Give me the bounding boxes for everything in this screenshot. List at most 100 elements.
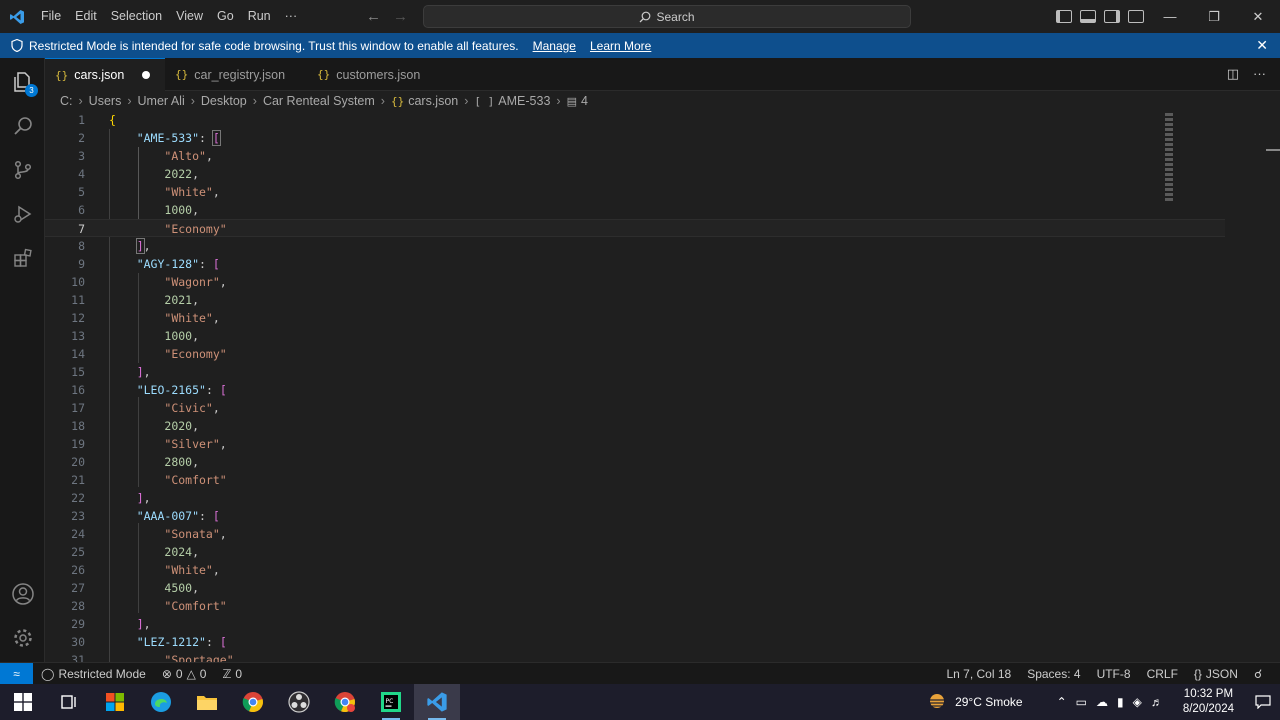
problems-status[interactable]: ⊗ 0 △ 0 bbox=[154, 667, 215, 681]
restore-icon[interactable]: ❐ bbox=[1192, 0, 1236, 33]
file-explorer-icon[interactable] bbox=[184, 684, 230, 720]
banner-message: Restricted Mode is intended for safe cod… bbox=[29, 38, 519, 53]
battery-icon[interactable]: ▮ bbox=[1117, 695, 1124, 709]
windows-taskbar: PC 29°C Smoke ⌃ ▭ ☁ ▮ ◈ ♬ 10:32 PM 8/20/… bbox=[0, 684, 1280, 720]
run-debug-icon[interactable] bbox=[0, 194, 45, 234]
network-adapter-icon[interactable]: ▭ bbox=[1076, 695, 1087, 709]
more-actions-icon[interactable]: ··· bbox=[1253, 66, 1266, 82]
weather-widget[interactable]: 29°C Smoke bbox=[919, 693, 1031, 711]
accounts-icon[interactable] bbox=[0, 574, 45, 614]
explorer-badge: 3 bbox=[25, 84, 38, 97]
close-banner-icon[interactable]: ✕ bbox=[1256, 37, 1268, 54]
split-editor-icon[interactable]: ◫ bbox=[1227, 66, 1239, 82]
manage-link[interactable]: Manage bbox=[533, 39, 576, 53]
chrome-profile-icon[interactable] bbox=[322, 684, 368, 720]
code-line: 12 "White", bbox=[71, 311, 220, 325]
onedrive-icon[interactable]: ☁ bbox=[1096, 695, 1108, 709]
search-view-icon[interactable] bbox=[0, 106, 45, 146]
volume-icon[interactable]: ♬ bbox=[1151, 695, 1163, 709]
unsaved-dot-icon[interactable] bbox=[142, 71, 151, 79]
extensions-icon[interactable] bbox=[0, 238, 45, 278]
back-arrow-icon[interactable]: ← bbox=[366, 8, 381, 25]
menu-view[interactable]: View bbox=[169, 0, 210, 33]
breadcrumb-file[interactable]: cars.json bbox=[408, 94, 458, 108]
status-bar: ≈ ◯ Restricted Mode ⊗ 0 △ 0 ℤ 0 Ln 7, Co… bbox=[0, 662, 1280, 685]
menu-file[interactable]: File bbox=[34, 0, 68, 33]
vscode-taskbar-icon[interactable] bbox=[414, 684, 460, 720]
tab-cars-json[interactable]: {} cars.json bbox=[45, 58, 165, 91]
code-line: 22 ], bbox=[71, 491, 151, 505]
json-file-icon: {} bbox=[317, 68, 331, 81]
menu-go[interactable]: Go bbox=[210, 0, 241, 33]
source-control-icon[interactable] bbox=[0, 150, 45, 190]
minimap[interactable] bbox=[1165, 111, 1177, 206]
toggle-primary-sidebar-icon[interactable] bbox=[1056, 10, 1072, 23]
store-app-icon[interactable] bbox=[92, 684, 138, 720]
ports-status[interactable]: ℤ 0 bbox=[214, 667, 250, 681]
breadcrumb-folder[interactable]: Car Renteal System bbox=[263, 94, 375, 108]
code-line: 24 "Sonata", bbox=[71, 527, 227, 541]
learn-more-link[interactable]: Learn More bbox=[590, 39, 651, 53]
explorer-icon[interactable]: 3 bbox=[0, 62, 45, 102]
forward-arrow-icon[interactable]: → bbox=[393, 8, 408, 25]
edge-browser-icon[interactable] bbox=[138, 684, 184, 720]
code-editor[interactable]: 1{ 2 "AME-533": [ 3 "Alto", 4 2022, 5 "W… bbox=[45, 111, 1280, 662]
remote-indicator-icon[interactable]: ≈ bbox=[0, 662, 33, 685]
code-line: 27 4500, bbox=[71, 581, 200, 595]
error-count: 0 bbox=[175, 666, 183, 681]
breadcrumb-desktop[interactable]: Desktop bbox=[201, 94, 247, 108]
tab-customers-json[interactable]: {} customers.json bbox=[307, 58, 437, 91]
menu-run[interactable]: Run bbox=[241, 0, 278, 33]
chrome-browser-icon[interactable] bbox=[230, 684, 276, 720]
chevron-right-icon: › bbox=[252, 94, 257, 108]
windows-start-icon[interactable] bbox=[0, 684, 46, 720]
customize-layout-icon[interactable] bbox=[1128, 10, 1144, 23]
breadcrumb-user[interactable]: Umer Ali bbox=[138, 94, 185, 108]
breadcrumb-array[interactable]: AME-533 bbox=[498, 94, 550, 108]
scrollbar-thumb[interactable] bbox=[1266, 149, 1280, 151]
restricted-mode-status[interactable]: ◯ Restricted Mode bbox=[33, 667, 154, 681]
ports-icon: ℤ bbox=[222, 666, 232, 681]
pycharm-app-icon[interactable]: PC bbox=[368, 684, 414, 720]
end-of-line[interactable]: CRLF bbox=[1139, 667, 1186, 681]
encoding[interactable]: UTF-8 bbox=[1089, 667, 1139, 681]
error-icon: ⊗ bbox=[161, 666, 172, 681]
system-tray: 29°C Smoke ⌃ ▭ ☁ ▮ ◈ ♬ 10:32 PM 8/20/202… bbox=[919, 684, 1280, 720]
task-view-icon[interactable] bbox=[46, 684, 92, 720]
indentation[interactable]: Spaces: 4 bbox=[1019, 667, 1088, 681]
weather-label: 29°C Smoke bbox=[955, 695, 1023, 709]
breadcrumb-drive[interactable]: C: bbox=[60, 94, 73, 108]
menu-more[interactable]: ··· bbox=[278, 0, 305, 33]
menu-edit[interactable]: Edit bbox=[68, 0, 104, 33]
breadcrumb-index[interactable]: 4 bbox=[581, 94, 588, 108]
notifications-bell-icon[interactable]: ☌ bbox=[1246, 667, 1270, 681]
cursor-position[interactable]: Ln 7, Col 18 bbox=[938, 667, 1019, 681]
settings-gear-icon[interactable] bbox=[0, 618, 45, 658]
chevron-up-icon[interactable]: ⌃ bbox=[1057, 695, 1067, 709]
code-line: 31 "Sportage", bbox=[71, 653, 241, 662]
language-mode[interactable]: {} JSON bbox=[1186, 667, 1246, 681]
chevron-right-icon: › bbox=[464, 94, 469, 108]
code-line: 9 "AGY-128": [ bbox=[78, 257, 220, 271]
tab-car-registry-json[interactable]: {} car_registry.json bbox=[165, 58, 307, 91]
breadcrumb-users[interactable]: Users bbox=[89, 94, 122, 108]
code-line-current: 7 "Economy" bbox=[45, 219, 1225, 237]
minimize-icon[interactable]: — bbox=[1148, 0, 1192, 33]
language-label: JSON bbox=[1205, 667, 1238, 681]
code-line: 26 "White", bbox=[71, 563, 220, 577]
string-symbol-icon: ▤ bbox=[566, 95, 577, 108]
code-line: 13 1000, bbox=[71, 329, 200, 343]
toggle-panel-icon[interactable] bbox=[1080, 10, 1096, 23]
clock[interactable]: 10:32 PM 8/20/2024 bbox=[1183, 687, 1234, 717]
close-window-icon[interactable]: ✕ bbox=[1236, 0, 1280, 33]
toggle-secondary-sidebar-icon[interactable] bbox=[1104, 10, 1120, 23]
command-center-search[interactable]: Search bbox=[423, 5, 911, 28]
menu-selection[interactable]: Selection bbox=[104, 0, 169, 33]
json-file-icon: {} bbox=[390, 94, 405, 108]
wifi-icon[interactable]: ◈ bbox=[1133, 695, 1142, 709]
code-line: 10 "Wagonr", bbox=[71, 275, 227, 289]
warning-icon: △ bbox=[186, 666, 196, 681]
notification-center-icon[interactable] bbox=[1246, 684, 1280, 720]
layout-controls bbox=[1056, 0, 1144, 33]
obs-app-icon[interactable] bbox=[276, 684, 322, 720]
